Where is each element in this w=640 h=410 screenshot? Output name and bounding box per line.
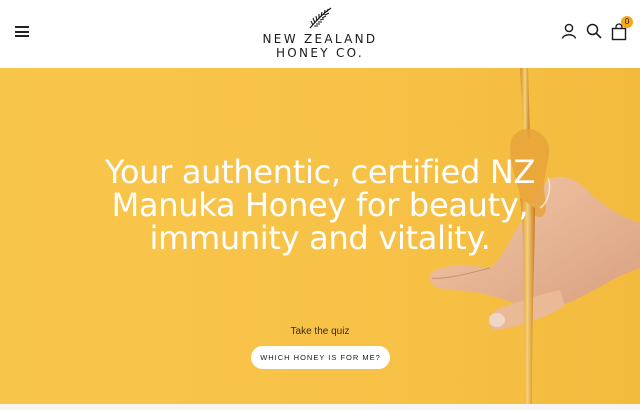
hero-banner: Your authentic, certified NZ Manuka Hone… <box>0 68 640 404</box>
hamburger-menu-icon[interactable] <box>15 26 29 38</box>
hero-headline: Your authentic, certified NZ Manuka Hone… <box>104 153 536 257</box>
which-honey-quiz-button[interactable]: WHICH HONEY IS FOR ME? <box>251 346 390 369</box>
quiz-label: Take the quiz <box>290 326 350 337</box>
cart-count-badge: 0 <box>621 16 633 28</box>
logo-text-line1: NEW ZEALAND <box>262 32 378 46</box>
logo-text-line2: HONEY CO. <box>275 46 365 60</box>
page-bottom-strip <box>0 404 640 410</box>
user-icon[interactable] <box>560 22 578 40</box>
search-icon[interactable] <box>585 22 603 40</box>
brand-logo[interactable]: NEW ZEALAND HONEY CO. <box>250 6 390 60</box>
site-header: NEW ZEALAND HONEY CO. 0 <box>0 0 640 68</box>
fern-icon <box>309 7 332 29</box>
